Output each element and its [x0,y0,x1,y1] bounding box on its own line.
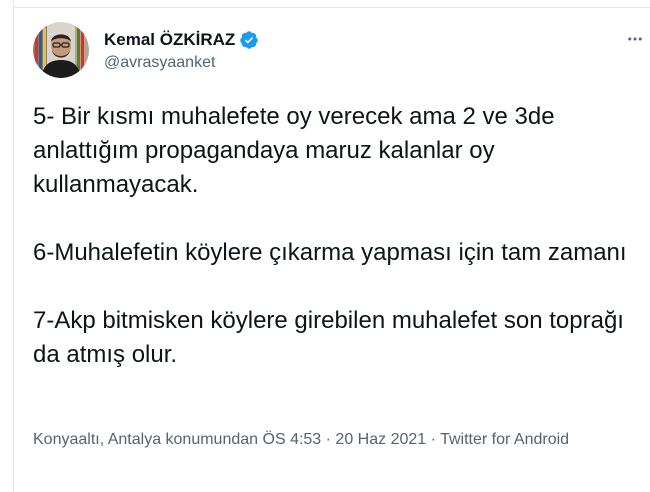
avatar-image [33,22,89,78]
tweet-date[interactable]: 20 Haz 2021 [335,431,426,448]
tweet-paragraph: 7-Akp bitmisken köylere girebilen muhale… [33,307,631,368]
meta-separator: · [321,431,336,448]
tweet-metadata: Konyaaltı, Antalya konumundan ÖS 4:53 · … [33,429,613,451]
author-name-row[interactable]: Kemal ÖZKİRAZ [104,30,259,50]
tweet-paragraph: 6-Muhalefetin köylere çıkarma yapması iç… [33,239,627,266]
card-border-top [13,0,650,8]
author-name[interactable]: Kemal ÖZKİRAZ [104,30,235,50]
avatar[interactable] [33,22,89,78]
card-border-left [13,0,14,492]
tweet-card: Kemal ÖZKİRAZ @avrasyaanket 5- Bir kısmı… [0,0,650,492]
tweet-location: Konyaaltı, Antalya konumundan [33,431,259,448]
author-handle[interactable]: @avrasyaanket [104,54,215,72]
tweet-paragraph: 5- Bir kısmı muhalefete oy verecek ama 2… [33,103,562,198]
verified-badge-icon [239,30,259,50]
tweet-time[interactable]: ÖS 4:53 [263,431,322,448]
more-options-button[interactable] [624,28,646,50]
tweet-text: 5- Bir kısmı muhalefete oy verecek ama 2… [33,100,633,372]
tweet-source[interactable]: Twitter for Android [440,431,569,448]
meta-separator: · [426,431,441,448]
more-dots-icon [628,37,642,41]
